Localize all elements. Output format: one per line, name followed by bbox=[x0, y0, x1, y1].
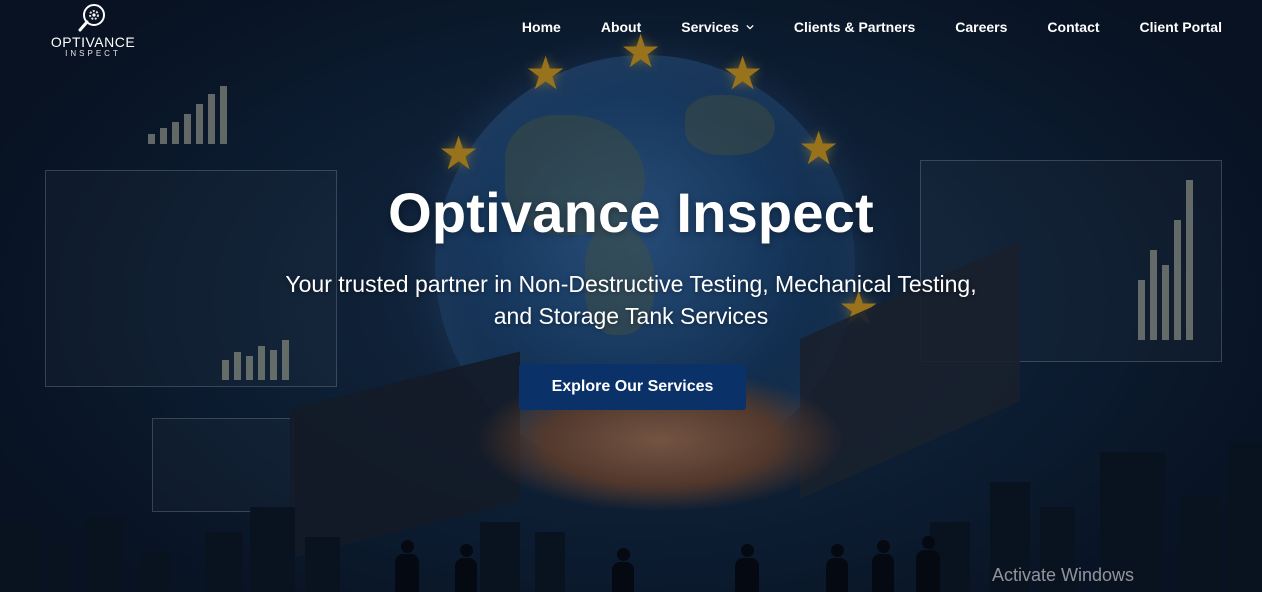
nav-clients-partners-label: Clients & Partners bbox=[793, 19, 916, 35]
nav-client-portal-label: Client Portal bbox=[1139, 19, 1222, 35]
brand-tagline: INSPECT bbox=[65, 49, 121, 58]
activate-windows-watermark: Activate Windows bbox=[992, 565, 1135, 585]
nav-clients-partners[interactable]: Clients & Partners bbox=[794, 19, 915, 35]
brand-name: OPTIVANCE bbox=[50, 34, 136, 50]
main-nav: Home About Services Clients & Partners C… bbox=[522, 19, 1222, 35]
nav-services-label: Services bbox=[681, 19, 739, 35]
nav-services[interactable]: Services bbox=[681, 19, 754, 35]
chevron-down-icon bbox=[746, 24, 754, 30]
brand-logo[interactable]: OPTIVANCE INSPECT bbox=[50, 2, 136, 66]
nav-careers[interactable]: Careers bbox=[955, 19, 1007, 35]
nav-home[interactable]: Home bbox=[522, 19, 561, 35]
nav-contact-label: Contact bbox=[1047, 19, 1100, 35]
nav-client-portal[interactable]: Client Portal bbox=[1140, 19, 1222, 35]
explore-services-button[interactable]: Explore Our Services bbox=[519, 364, 746, 410]
nav-about[interactable]: About bbox=[601, 19, 641, 35]
gear-magnifier-icon bbox=[78, 2, 108, 32]
nav-home-label: Home bbox=[521, 19, 561, 35]
nav-about-label: About bbox=[600, 19, 642, 35]
hero-title: Optivance Inspect bbox=[388, 181, 874, 244]
nav-contact[interactable]: Contact bbox=[1047, 19, 1099, 35]
hero-subtitle: Your trusted partner in Non-Destructive … bbox=[285, 271, 977, 329]
nav-careers-label: Careers bbox=[955, 19, 1008, 35]
